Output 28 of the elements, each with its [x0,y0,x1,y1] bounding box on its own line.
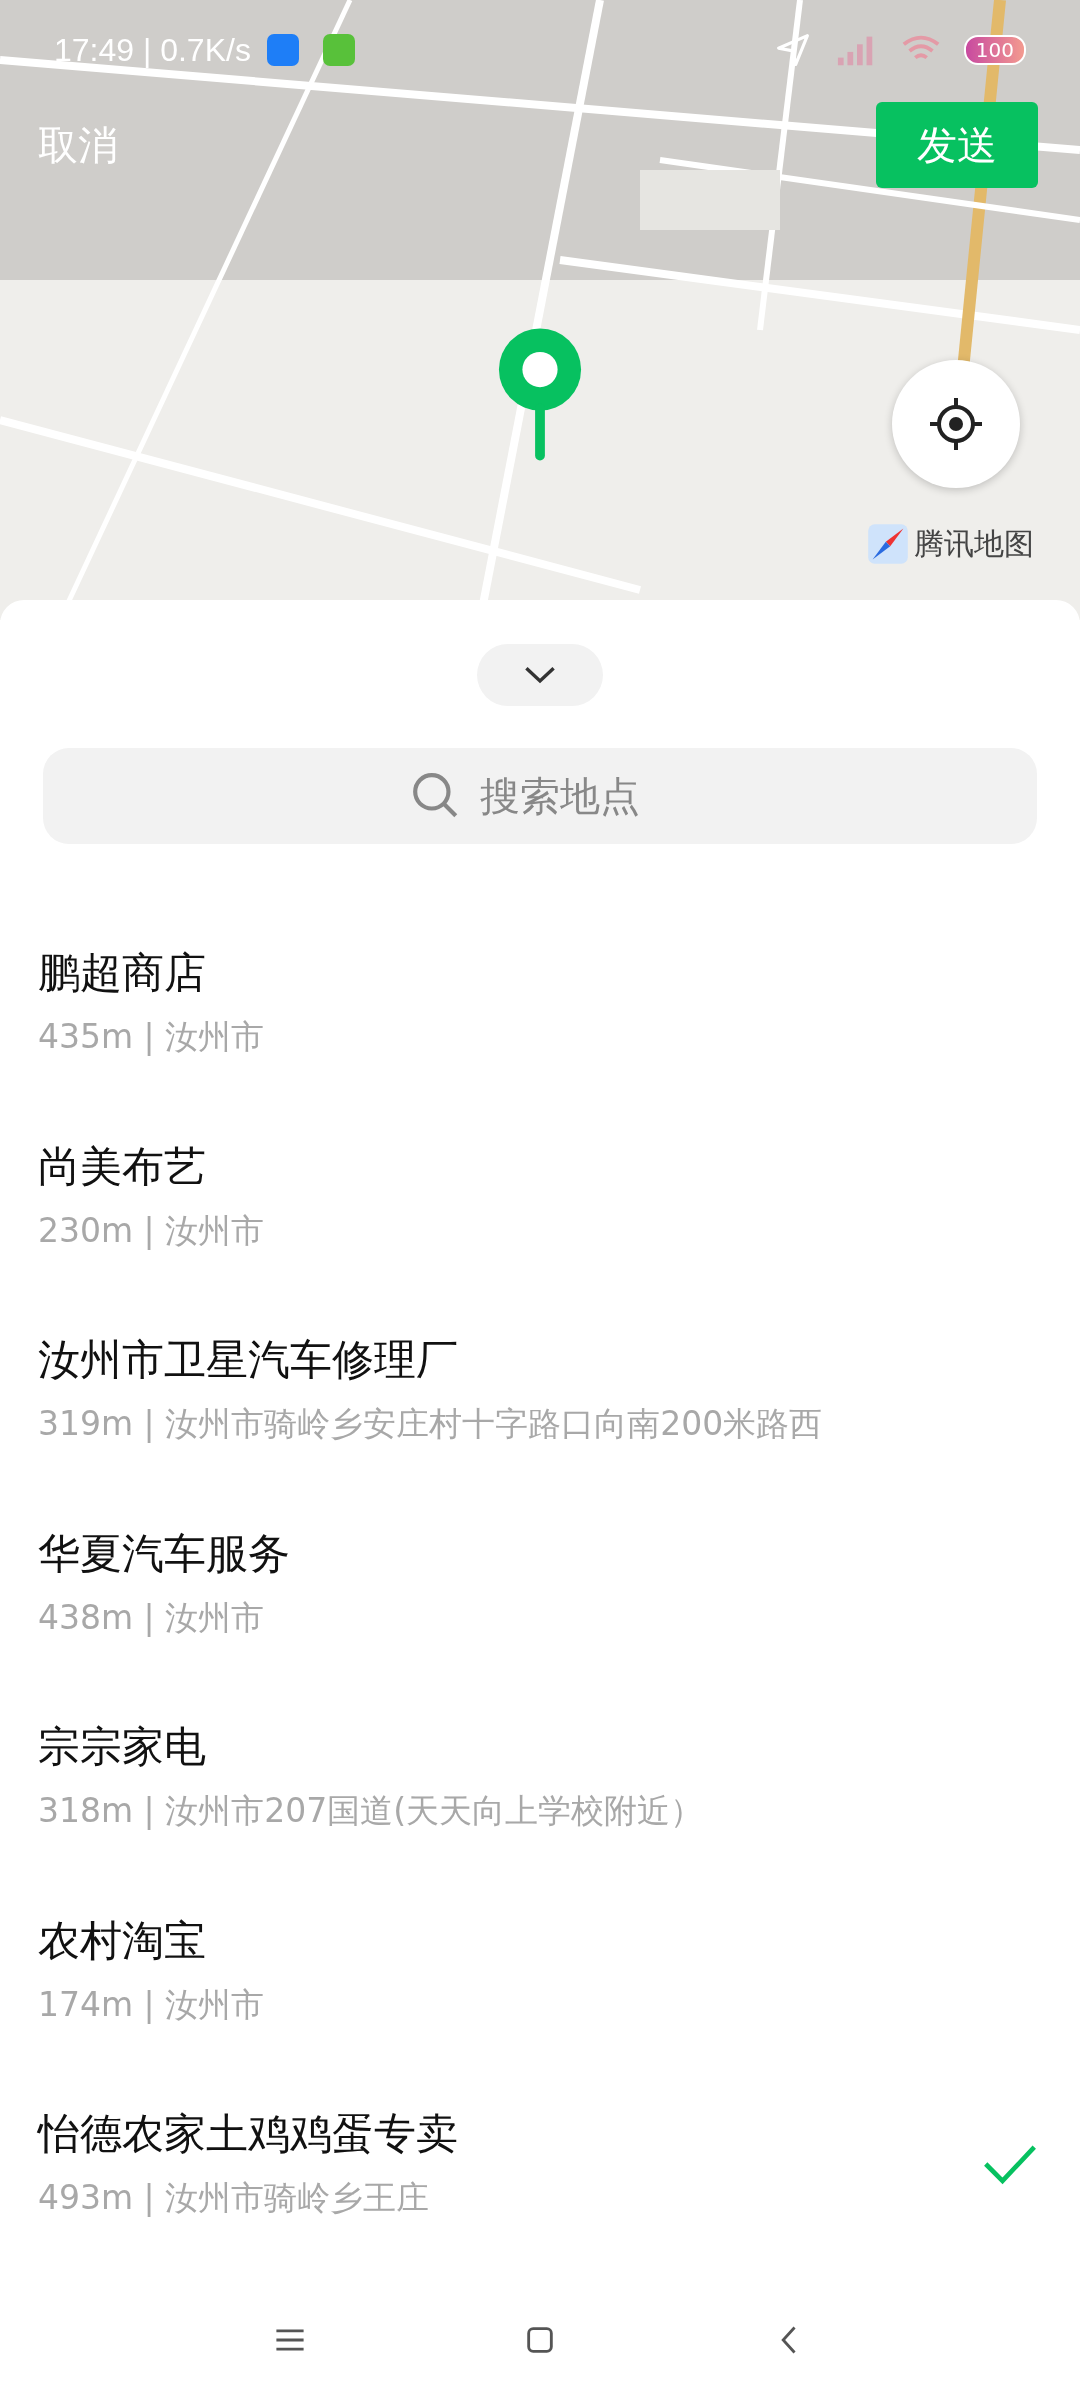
place-item[interactable]: 怡德农家土鸡鸡蛋专卖 493m | 汝州市骑岭乡王庄 [0,2067,1080,2261]
chevron-down-icon [523,664,557,686]
place-detail: 438m | 汝州市 [38,1596,266,1639]
app-badge-icon [322,34,355,66]
place-name: 农村淘宝 [38,1914,207,1967]
place-name: 鹏超商店 [38,947,207,1000]
map-attribution: 腾讯地图 [914,524,1034,563]
app-badge-icon [266,34,299,66]
place-name: 宗宗家电 [38,1721,207,1774]
place-detail: 174m | 汝州市 [38,1983,266,2026]
place-detail: 493m | 汝州市骑岭乡王庄 [38,2177,431,2220]
place-name: 尚美布艺 [38,1140,207,1193]
place-item[interactable]: 汝州市卫星汽车修理厂 319m | 汝州市骑岭乡安庄村十字路口向南200米路西 [0,1293,1080,1487]
place-name: 怡德农家土鸡鸡蛋专卖 [38,2108,459,2161]
place-detail: 435m | 汝州市 [38,1016,266,1059]
place-item[interactable]: 华夏汽车服务 438m | 汝州市 [0,1486,1080,1680]
place-detail: 318m | 汝州市207国道(天天向上学校附近） [38,1790,705,1833]
place-item[interactable]: 鹏超商店 435m | 汝州市 [0,906,1080,1100]
place-item[interactable]: 宗宗家电 318m | 汝州市207国道(天天向上学校附近） [0,1680,1080,1874]
search-field[interactable]: 搜索地点 [480,773,670,819]
place-item[interactable]: 尚美布艺 230m | 汝州市 [0,1099,1080,1293]
place-item[interactable]: 农村淘宝 174m | 汝州市 [0,1873,1080,2067]
place-name: 汝州市卫星汽车修理厂 [38,1334,459,1387]
place-detail: 230m | 汝州市 [38,1209,266,1252]
compass-logo-icon [866,522,910,566]
place-name: 华夏汽车服务 [38,1527,291,1580]
place-detail: 319m | 汝州市骑岭乡安庄村十字路口向南200米路西 [38,1403,824,1446]
battery-indicator: 100 [963,35,1026,65]
